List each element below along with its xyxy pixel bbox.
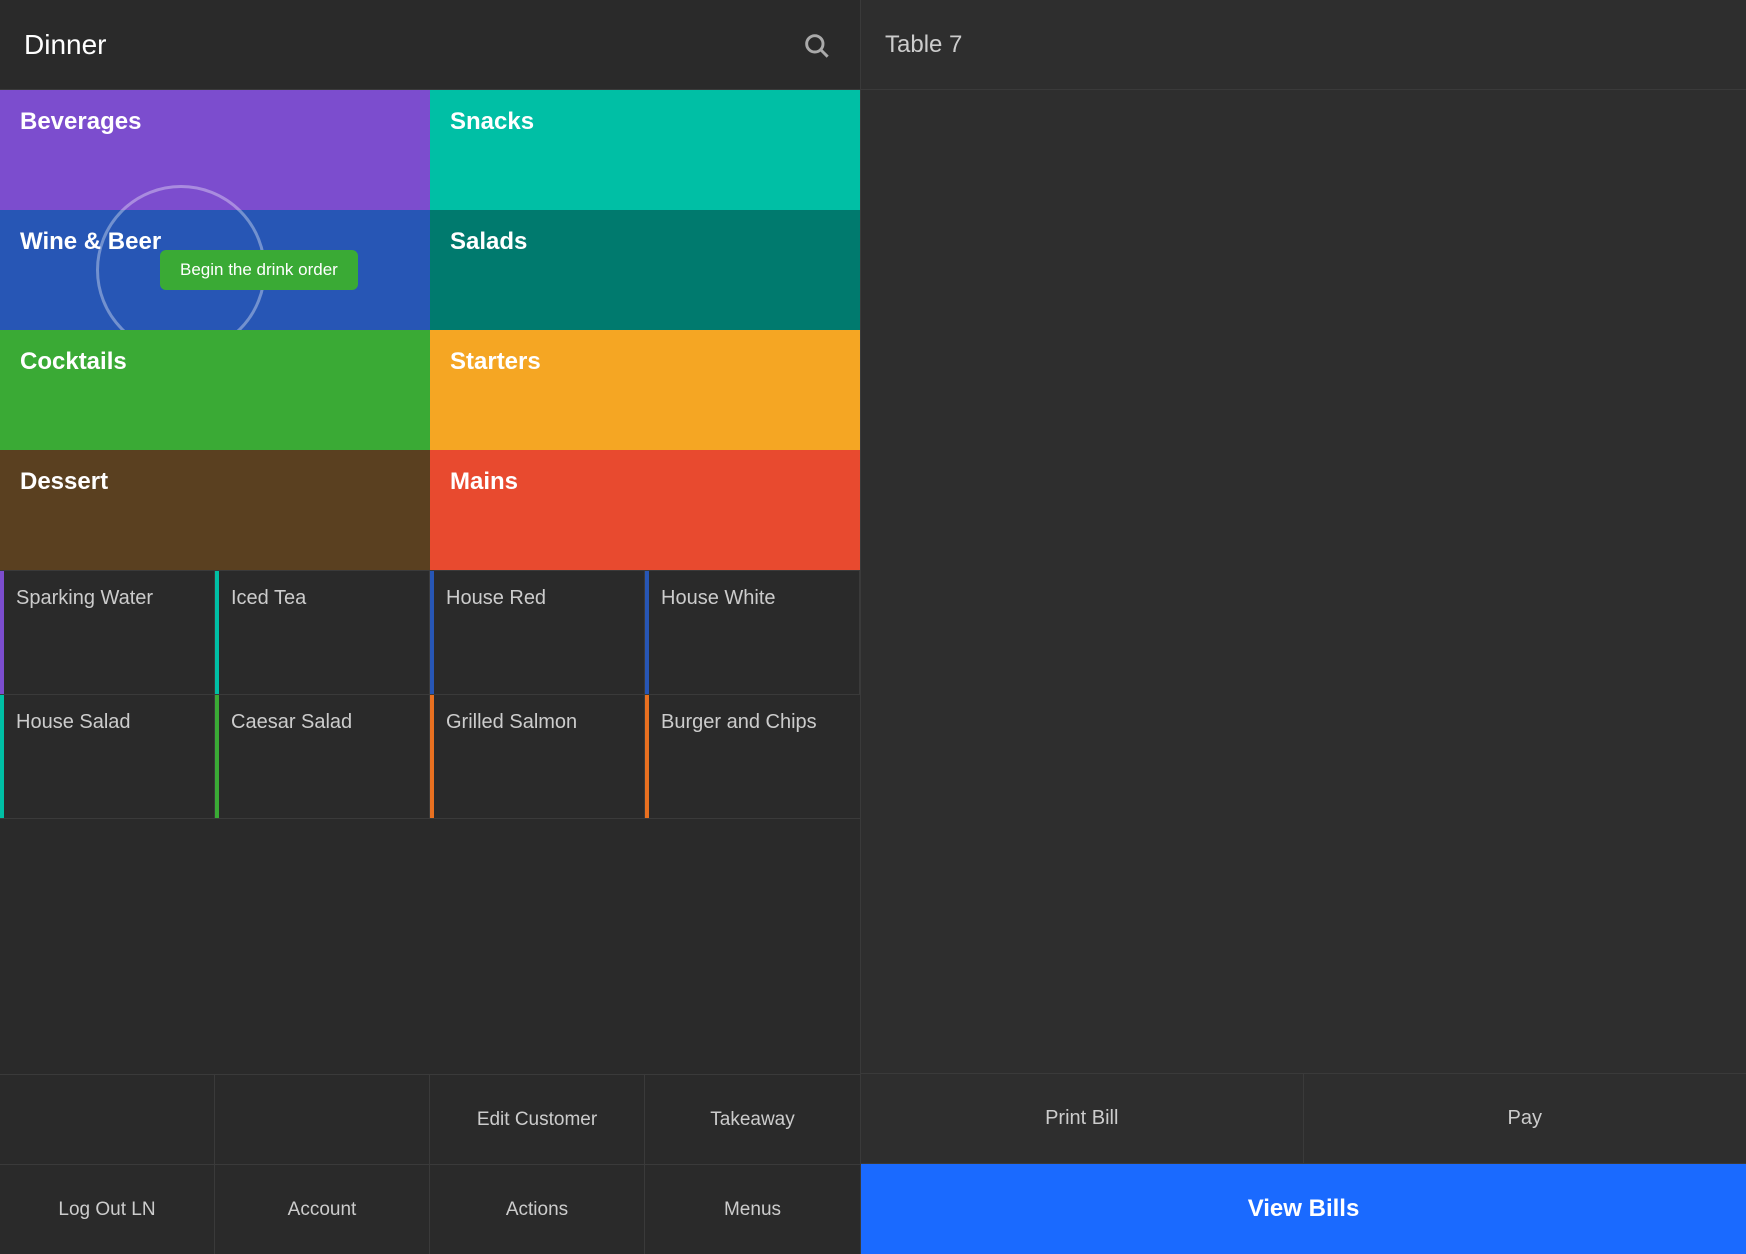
item-caesar-salad[interactable]: Caesar Salad <box>215 695 430 819</box>
category-beverages[interactable]: Beverages <box>0 90 430 210</box>
right-bottom: Print Bill Pay View Bills <box>861 1073 1746 1254</box>
item-sparkling-water[interactable]: Sparking Water <box>0 571 215 695</box>
right-panel: Table 7 Print Bill Pay View Bills <box>860 0 1746 1254</box>
account-button[interactable]: Account <box>215 1165 430 1254</box>
category-snacks[interactable]: Snacks <box>430 90 860 210</box>
right-btn-row: Print Bill Pay <box>861 1074 1746 1164</box>
item-house-red[interactable]: House Red <box>430 571 645 695</box>
category-cocktails[interactable]: Cocktails <box>0 330 430 450</box>
item-house-white[interactable]: House White <box>645 571 860 695</box>
item-grilled-salmon[interactable]: Grilled Salmon <box>430 695 645 819</box>
search-icon <box>802 31 830 59</box>
search-button[interactable] <box>796 25 836 65</box>
print-bill-button[interactable]: Print Bill <box>861 1074 1304 1163</box>
category-wine-beer[interactable]: Wine & Beer Begin the drink order <box>0 210 430 330</box>
page-title: Dinner <box>24 29 106 61</box>
app-container: Dinner Beverages Snacks Wine & Beer <box>0 0 1746 1254</box>
item-iced-tea[interactable]: Iced Tea <box>215 571 430 695</box>
takeaway-button[interactable]: Takeaway <box>645 1075 860 1164</box>
item-burger-chips[interactable]: Burger and Chips <box>645 695 860 819</box>
drink-order-tooltip: Begin the drink order <box>160 250 358 290</box>
left-panel: Dinner Beverages Snacks Wine & Beer <box>0 0 860 1254</box>
empty-cell-2 <box>215 1075 430 1164</box>
item-house-salad[interactable]: House Salad <box>0 695 215 819</box>
logout-button[interactable]: Log Out LN <box>0 1165 215 1254</box>
right-content-area <box>861 90 1746 1073</box>
edit-row: Edit Customer Takeaway <box>0 1074 860 1164</box>
menus-button[interactable]: Menus <box>645 1165 860 1254</box>
category-salads[interactable]: Salads <box>430 210 860 330</box>
category-grid: Beverages Snacks Wine & Beer Begin the d… <box>0 90 860 570</box>
category-starters[interactable]: Starters <box>430 330 860 450</box>
view-bills-button[interactable]: View Bills <box>861 1164 1746 1254</box>
table-title: Table 7 <box>885 31 962 59</box>
edit-customer-button[interactable]: Edit Customer <box>430 1075 645 1164</box>
actions-button[interactable]: Actions <box>430 1165 645 1254</box>
category-dessert[interactable]: Dessert <box>0 450 430 570</box>
spacer <box>0 819 860 1074</box>
items-grid: Sparking Water Iced Tea House Red House … <box>0 570 860 819</box>
right-header: Table 7 <box>861 0 1746 90</box>
header: Dinner <box>0 0 860 90</box>
empty-cell-1 <box>0 1075 215 1164</box>
logout-row: Log Out LN Account Actions Menus <box>0 1164 860 1254</box>
category-mains[interactable]: Mains <box>430 450 860 570</box>
pay-button[interactable]: Pay <box>1304 1074 1746 1163</box>
